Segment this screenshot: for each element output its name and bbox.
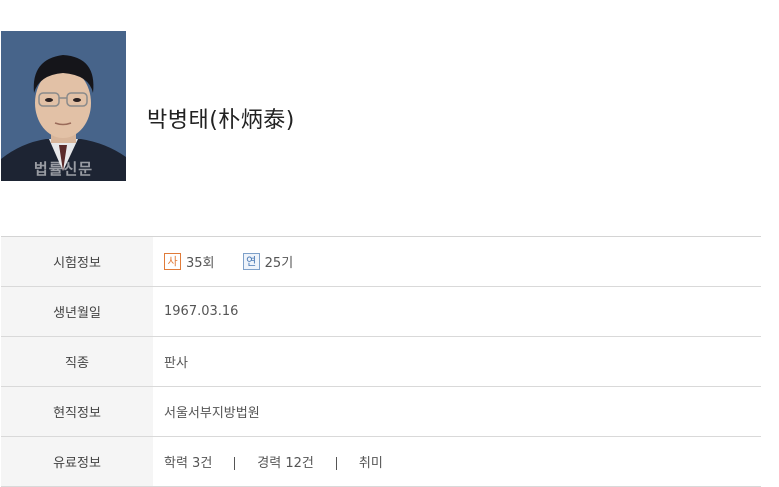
paid-link-career[interactable]: 경력 12건 [257,456,314,471]
profile-info-table: 시험정보 사 35회 연 25기 생년월일 1967.03.16 직종 판사 현직정… [1,236,761,487]
exam-training: 연 25기 [242,252,294,271]
bar-exam-badge: 사 [164,253,181,270]
table-row-paid: 유료정보 학력 3건 경력 12건 취미 [1,436,761,487]
row-value-exam: 사 35회 연 25기 [153,237,761,287]
training-value: 25기 [264,256,294,271]
table-row-exam: 시험정보 사 35회 연 25기 [1,236,761,287]
row-value-job: 판사 [164,356,188,371]
exam-bar: 사 35회 [164,252,215,271]
row-label-birth: 생년월일 [1,286,153,337]
table-row-job: 직종 판사 [1,336,761,387]
row-label-paid: 유료정보 [1,436,153,487]
row-value-position: 서울서부지방법원 [164,406,260,421]
paid-link-education[interactable]: 학력 3건 [164,456,212,471]
row-label-exam: 시험정보 [1,236,153,287]
training-badge: 연 [242,253,260,270]
table-row-position: 현직정보 서울서부지방법원 [1,386,761,437]
paid-link-hobby[interactable]: 취미 [359,456,383,471]
row-label-job: 직종 [1,336,153,387]
table-row-birth: 생년월일 1967.03.16 [1,286,761,337]
separator [335,457,337,470]
person-name: 박병태(朴炳泰) [147,108,295,133]
bar-exam-value: 35회 [186,256,215,271]
separator [234,457,236,470]
photo-watermark: 법률신문 [33,160,94,178]
row-value-birth: 1967.03.16 [164,304,239,319]
row-label-position: 현직정보 [1,386,153,437]
profile-photo: 법률신문 [1,31,126,181]
row-value-paid: 학력 3건 경력 12건 취미 [153,437,761,487]
